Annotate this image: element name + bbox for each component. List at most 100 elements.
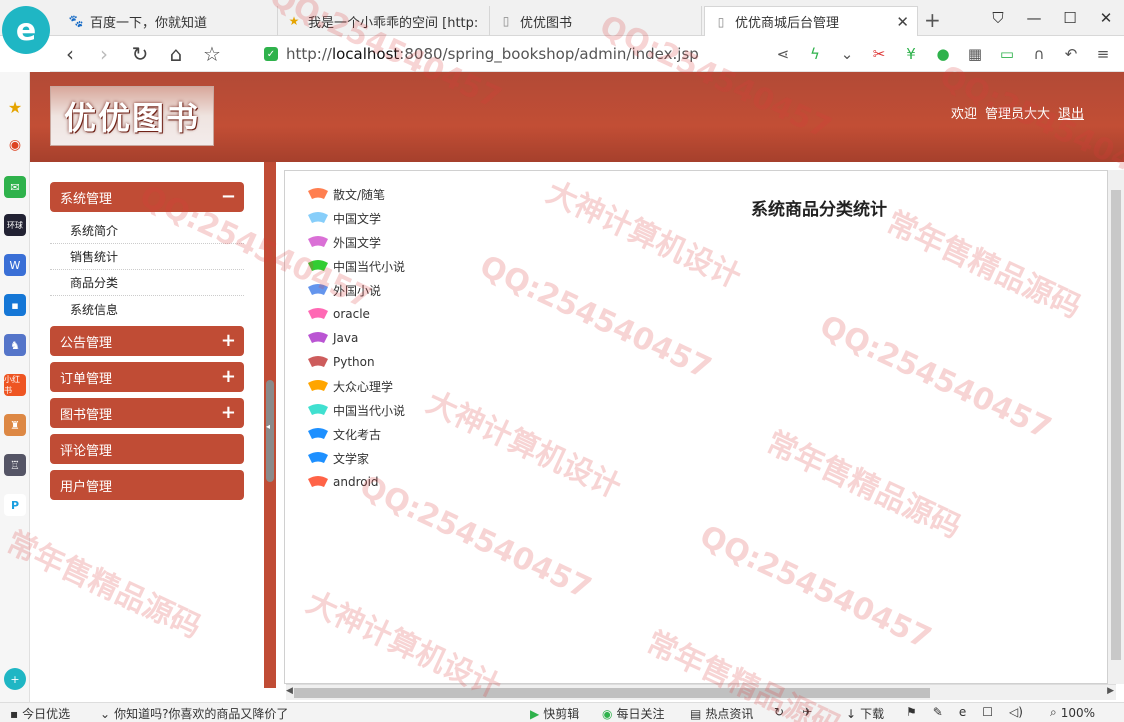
tab-admin[interactable]: ▯ 优优商城后台管理 ✕ xyxy=(704,6,918,36)
legend-item[interactable]: Java xyxy=(307,329,358,347)
scroll-right-icon[interactable]: ▶ xyxy=(1107,686,1114,696)
scroll-left-icon[interactable]: ◀ xyxy=(286,686,293,696)
legend-swatch-shape xyxy=(308,188,328,199)
apps-grid-icon[interactable]: ▦ xyxy=(964,45,986,63)
admin-header: 优优图书 欢迎 管理员大大 退出 xyxy=(30,72,1124,162)
mail-icon[interactable]: ✉ xyxy=(4,176,26,198)
legend-item[interactable]: Python xyxy=(307,353,375,371)
close-tab-icon[interactable]: ✕ xyxy=(896,13,909,31)
menu-icon[interactable]: ≡ xyxy=(1092,45,1114,63)
submenu-sales-stats[interactable]: 销售统计 xyxy=(50,244,244,270)
splitter-handle[interactable]: ◂ xyxy=(266,380,274,482)
legend-item[interactable]: 外国小说 xyxy=(307,281,381,299)
close-window-icon[interactable]: ✕ xyxy=(1088,9,1124,27)
game3-icon[interactable]: ♖ xyxy=(4,454,26,476)
menu-system-management[interactable]: 系统管理 − xyxy=(50,182,244,212)
battery-icon[interactable]: ▭ xyxy=(996,45,1018,63)
daily-follow-label: 每日关注 xyxy=(616,707,665,721)
submenu-category[interactable]: 商品分类 xyxy=(50,270,244,296)
legend-item[interactable]: 中国当代小说 xyxy=(307,401,405,419)
coin-icon[interactable]: ¥ xyxy=(900,45,922,63)
legend-item[interactable]: 大众心理学 xyxy=(307,377,393,395)
legend-item[interactable]: 中国文学 xyxy=(307,209,381,227)
menu-order-management[interactable]: 订单管理 + xyxy=(50,362,244,392)
notes-icon[interactable]: ▪ xyxy=(4,294,26,316)
legend-item[interactable]: 文学家 xyxy=(307,449,369,467)
edit-icon[interactable]: ✎ xyxy=(933,705,943,719)
menu-book-management[interactable]: 图书管理 + xyxy=(50,398,244,428)
game2-icon[interactable]: ♜ xyxy=(4,414,26,436)
window-icon[interactable]: ☐ xyxy=(982,705,993,719)
menu-label: 图书管理 xyxy=(60,407,113,423)
skin-icon[interactable]: ⛉ xyxy=(980,9,1016,27)
shop-icon[interactable]: 小红书 xyxy=(4,374,26,396)
p-app-icon[interactable]: P xyxy=(4,494,26,516)
headphones-icon[interactable]: ∩ xyxy=(1028,45,1050,63)
hot-news[interactable]: ▤ 热点资讯 xyxy=(690,705,753,722)
game-icon[interactable]: ♞ xyxy=(4,334,26,356)
vertical-scrollbar[interactable] xyxy=(1108,170,1124,684)
quick-clip[interactable]: ▶ 快剪辑 xyxy=(530,705,579,722)
add-app-icon[interactable]: + xyxy=(4,668,26,690)
menu-notice-management[interactable]: 公告管理 + xyxy=(50,326,244,356)
legend-item[interactable]: android xyxy=(307,473,379,491)
today-picks[interactable]: ▪ 今日优选 xyxy=(10,705,70,722)
forward-icon[interactable]: › xyxy=(92,42,116,66)
minimize-icon[interactable]: — xyxy=(1016,9,1052,27)
legend-item[interactable]: 外国文学 xyxy=(307,233,381,251)
undo-icon[interactable]: ↶ xyxy=(1060,45,1082,63)
reload-icon[interactable]: ↻ xyxy=(128,42,152,66)
expand-icon[interactable]: + xyxy=(221,366,236,387)
tab-qzone[interactable]: ★ 我是一个小乖乖的空间 [http: xyxy=(278,6,490,36)
sound-icon[interactable]: ◁) xyxy=(1009,705,1023,719)
scroll-thumb[interactable] xyxy=(1111,190,1121,660)
scroll-thumb[interactable] xyxy=(294,688,930,698)
legend-item[interactable]: 文化考古 xyxy=(307,425,381,443)
flash-icon[interactable]: ϟ xyxy=(804,45,826,63)
home-icon[interactable]: ⌂ xyxy=(164,42,188,66)
favorites-star-icon[interactable]: ★ xyxy=(4,96,26,118)
submenu-system-info[interactable]: 系统信息 xyxy=(50,296,244,322)
download-icon: ↓ xyxy=(846,706,857,721)
tab-youyou-books[interactable]: ▯ 优优图书 xyxy=(490,6,702,36)
expand-icon[interactable]: + xyxy=(221,402,236,423)
legend-item[interactable]: 散文/随笔 xyxy=(307,185,385,203)
maximize-icon[interactable]: ☐ xyxy=(1052,9,1088,27)
bookmark-star-icon[interactable]: ☆ xyxy=(200,42,224,66)
document-icon[interactable]: W xyxy=(4,254,26,276)
scissors-icon[interactable]: ✂ xyxy=(868,45,890,63)
tab-label: 我是一个小乖乖的空间 [http: xyxy=(308,15,479,31)
legend-swatch-shape xyxy=(308,332,328,343)
expand-icon[interactable]: + xyxy=(221,330,236,351)
chevron-down-icon[interactable]: ⌄ xyxy=(836,45,858,63)
daily-follow[interactable]: ◉ 每日关注 xyxy=(602,705,665,722)
legend-swatch-shape xyxy=(308,308,328,319)
refresh-icon[interactable]: ↻ xyxy=(774,705,784,719)
pin-icon[interactable]: ✈ xyxy=(802,705,812,719)
browser-logo-icon[interactable]: e xyxy=(2,6,50,54)
collapse-icon[interactable]: − xyxy=(221,186,236,207)
flag-icon[interactable]: ⚑ xyxy=(906,705,917,719)
download-button[interactable]: ↓ 下载 xyxy=(846,705,884,722)
menu-user-management[interactable]: 用户管理 xyxy=(50,470,244,500)
sidebar-splitter[interactable]: ◂ xyxy=(264,162,276,688)
address-bar[interactable]: ✓ http://localhost:8080/spring_bookshop/… xyxy=(264,42,824,66)
tab-baidu[interactable]: 🐾 百度一下，你就知道 xyxy=(60,6,278,36)
logout-link[interactable]: 退出 xyxy=(1058,103,1084,122)
legend-label: 外国文学 xyxy=(333,235,382,250)
legend-item[interactable]: 中国当代小说 xyxy=(307,257,405,275)
new-tab-button[interactable]: + xyxy=(924,8,941,32)
zoom-control[interactable]: ⌕ 100% xyxy=(1050,705,1095,720)
back-icon[interactable]: ‹ xyxy=(58,42,82,66)
submenu-system-intro[interactable]: 系统简介 xyxy=(50,218,244,244)
share-icon[interactable]: ⋖ xyxy=(772,45,794,63)
ie-icon[interactable]: e xyxy=(959,705,966,719)
horizontal-scrollbar[interactable]: ◀ ▶ xyxy=(286,684,1116,700)
news-ticker[interactable]: ⌄ 你知道吗?你喜欢的商品又降价了 xyxy=(100,705,288,722)
menu-comment-management[interactable]: 评论管理 xyxy=(50,434,244,464)
weibo-icon[interactable]: ◉ xyxy=(4,134,26,156)
browser-status-bar: ▪ 今日优选 ⌄ 你知道吗?你喜欢的商品又降价了 ▶ 快剪辑 ◉ 每日关注 ▤ … xyxy=(0,702,1124,722)
green-app-icon[interactable]: ● xyxy=(932,45,954,63)
news-icon[interactable]: 环球 xyxy=(4,214,26,236)
legend-item[interactable]: oracle xyxy=(307,305,370,323)
